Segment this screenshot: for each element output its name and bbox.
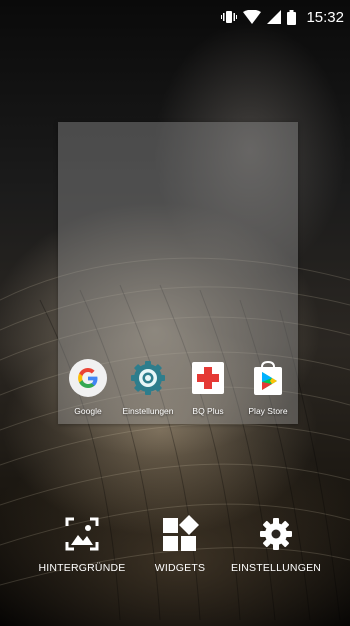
app-einstellungen[interactable]: Einstellungen	[118, 358, 178, 416]
app-label: Google	[74, 406, 102, 416]
cellular-signal-icon	[267, 10, 282, 24]
gear-icon	[256, 514, 296, 554]
app-label: Play Store	[248, 406, 288, 416]
app-label: Einstellungen	[122, 406, 174, 416]
widgets-label: WIDGETS	[154, 562, 206, 574]
wifi-icon	[243, 10, 262, 24]
wallpapers-button[interactable]: HINTERGRÜNDE	[27, 514, 137, 574]
app-dock: Google Einstellungen BQ Plus Play Store	[58, 358, 298, 416]
widgets-icon	[160, 514, 200, 554]
app-google[interactable]: Google	[58, 358, 118, 416]
home-options: HINTERGRÜNDE WIDGETS EINSTELLUNGEN	[0, 514, 350, 584]
wallpapers-label: HINTERGRÜNDE	[38, 562, 126, 574]
status-bar: 15:32	[0, 0, 350, 34]
home-screen-preview[interactable]: Google Einstellungen BQ Plus Play Store	[58, 122, 298, 424]
app-play-store[interactable]: Play Store	[238, 358, 298, 416]
bq-plus-icon	[188, 358, 228, 398]
widgets-button[interactable]: WIDGETS	[125, 514, 235, 574]
google-icon	[68, 358, 108, 398]
battery-icon	[287, 9, 297, 25]
settings-button[interactable]: EINSTELLUNGEN	[221, 514, 331, 574]
wallpaper-icon	[62, 514, 102, 554]
play-store-icon	[248, 358, 288, 398]
vibrate-icon	[221, 10, 238, 24]
status-time: 15:32	[306, 8, 344, 26]
settings-label: EINSTELLUNGEN	[230, 562, 322, 574]
settings-app-icon	[128, 358, 168, 398]
app-label: BQ Plus	[192, 406, 224, 416]
app-bq-plus[interactable]: BQ Plus	[178, 358, 238, 416]
